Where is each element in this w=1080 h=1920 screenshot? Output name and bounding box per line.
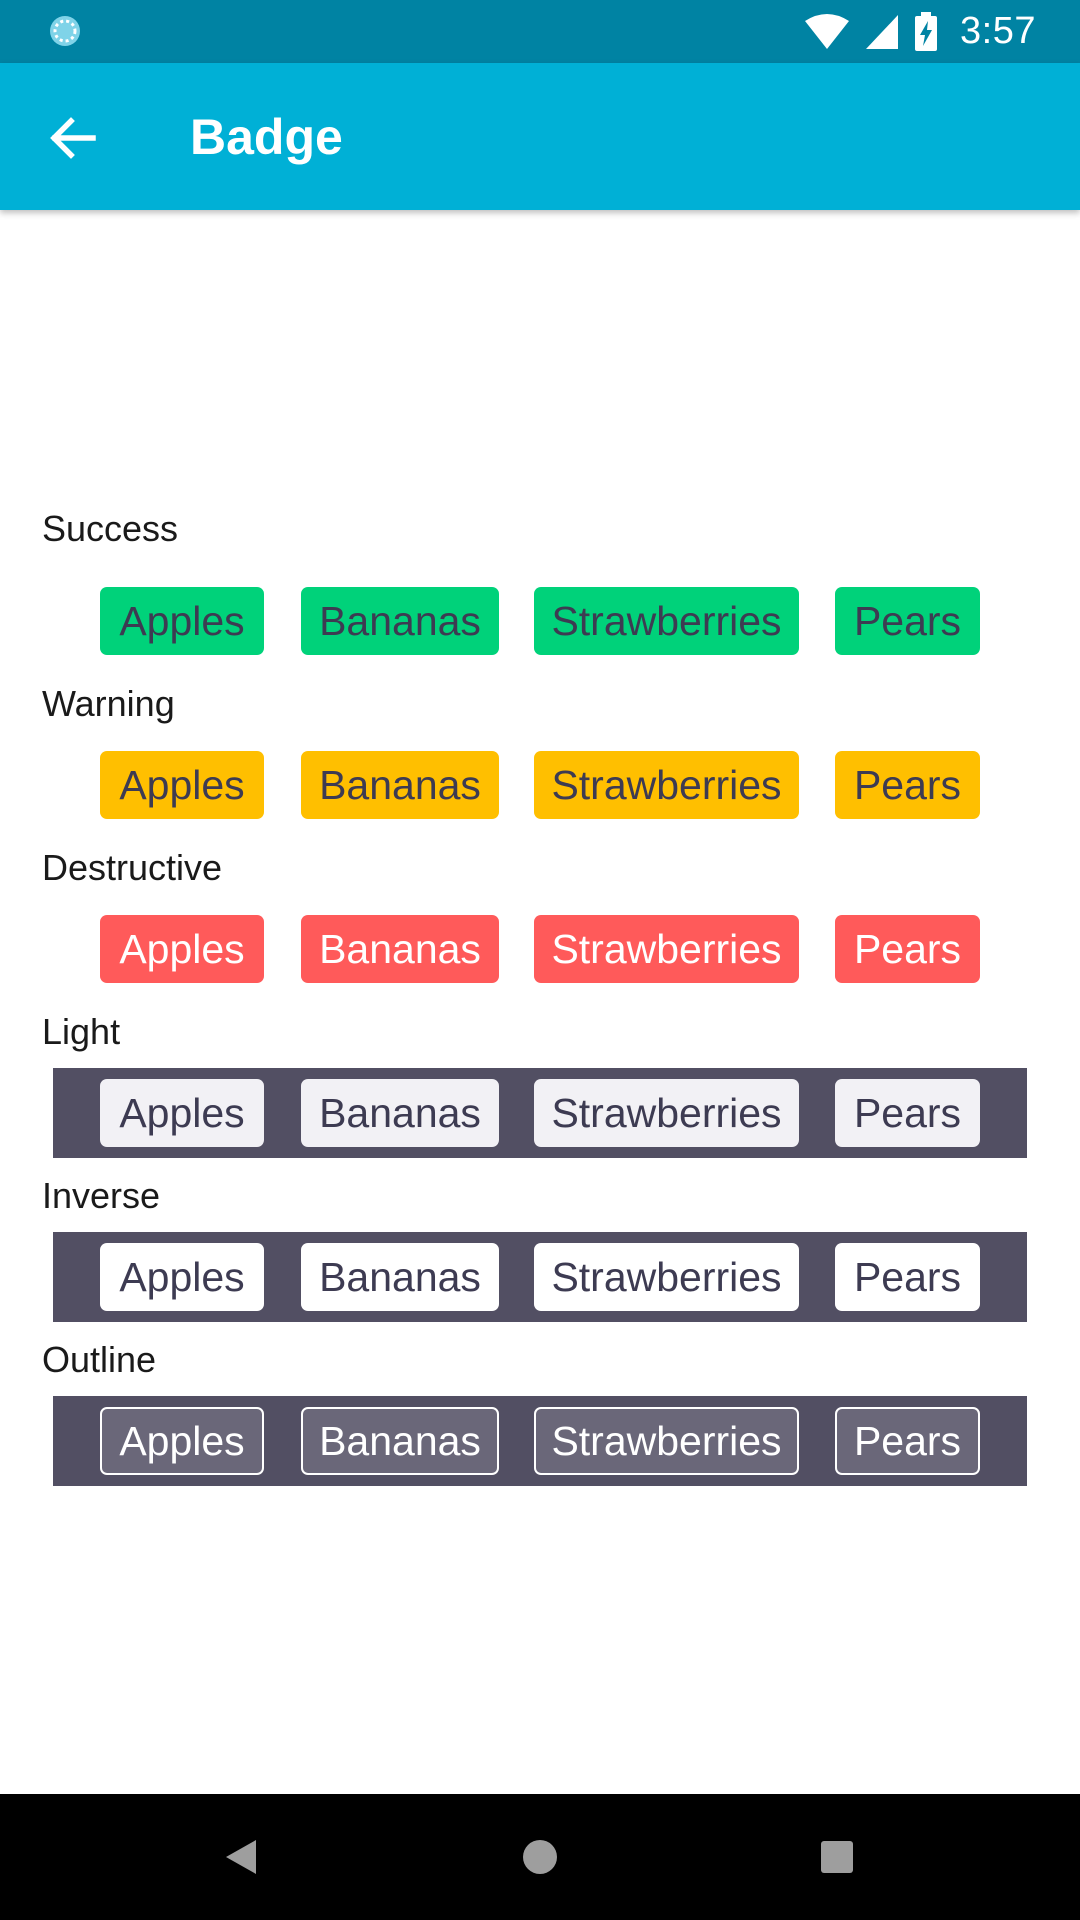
badge-strawberries: Strawberries: [534, 1407, 799, 1475]
section-label-outline: Outline: [42, 1339, 157, 1380]
badge-pears: Pears: [835, 1079, 980, 1147]
badge-strawberries: Strawberries: [534, 587, 799, 655]
badge-row-inverse: Apples Bananas Strawberries Pears: [53, 1232, 1027, 1322]
section-label-light: Light: [42, 1011, 121, 1052]
back-triangle-icon: [226, 1840, 256, 1874]
badge-apples: Apples: [100, 751, 264, 819]
section-label-destructive: Destructive: [42, 847, 223, 888]
arrow-left-icon: [50, 117, 96, 159]
badge-row-warning: Apples Bananas Strawberries Pears: [53, 740, 1027, 830]
page-title: Badge: [190, 108, 343, 165]
navigation-bar: [0, 1794, 1080, 1920]
badge-apples: Apples: [100, 1079, 264, 1147]
badge-bananas: Bananas: [301, 1243, 499, 1311]
badge-showcase: Success Apples Bananas Strawberries Pear…: [0, 210, 1080, 1794]
status-time: 3:57: [960, 10, 1036, 52]
badge-pears: Pears: [835, 1243, 980, 1311]
section-label-inverse: Inverse: [42, 1175, 161, 1216]
badge-bananas: Bananas: [301, 587, 499, 655]
badge-row-outline: Apples Bananas Strawberries Pears: [53, 1396, 1027, 1486]
battery-charging-icon: [915, 11, 938, 51]
badge-row-success: Apples Bananas Strawberries Pears: [53, 576, 1027, 666]
badge-bananas: Bananas: [301, 1407, 499, 1475]
sync-icon: [50, 16, 80, 46]
recents-square-icon: [821, 1841, 853, 1873]
badge-apples: Apples: [100, 587, 264, 655]
badge-row-destructive: Apples Bananas Strawberries Pears: [53, 904, 1027, 994]
badge-apples: Apples: [100, 1407, 264, 1475]
badge-strawberries: Strawberries: [534, 915, 799, 983]
badge-bananas: Bananas: [301, 751, 499, 819]
badge-strawberries: Strawberries: [534, 1079, 799, 1147]
badge-strawberries: Strawberries: [534, 1243, 799, 1311]
section-label-success: Success: [42, 508, 179, 549]
badge-pears: Pears: [835, 587, 980, 655]
app-bar: Badge: [0, 63, 1080, 210]
status-bar: 3:57: [0, 0, 1080, 63]
signal-icon: [866, 14, 899, 49]
badge-pears: Pears: [835, 915, 980, 983]
wifi-icon: [805, 13, 850, 49]
badge-bananas: Bananas: [301, 1079, 499, 1147]
home-circle-icon: [523, 1840, 557, 1874]
badge-apples: Apples: [100, 915, 264, 983]
back-button[interactable]: [38, 103, 108, 173]
nav-recents-button[interactable]: [802, 1822, 872, 1892]
badge-pears: Pears: [835, 751, 980, 819]
badge-row-light: Apples Bananas Strawberries Pears: [53, 1068, 1027, 1158]
nav-back-button[interactable]: [206, 1822, 276, 1892]
badge-pears: Pears: [835, 1407, 980, 1475]
section-label-warning: Warning: [42, 683, 175, 724]
badge-bananas: Bananas: [301, 915, 499, 983]
badge-apples: Apples: [100, 1243, 264, 1311]
nav-home-button[interactable]: [505, 1822, 575, 1892]
badge-strawberries: Strawberries: [534, 751, 799, 819]
